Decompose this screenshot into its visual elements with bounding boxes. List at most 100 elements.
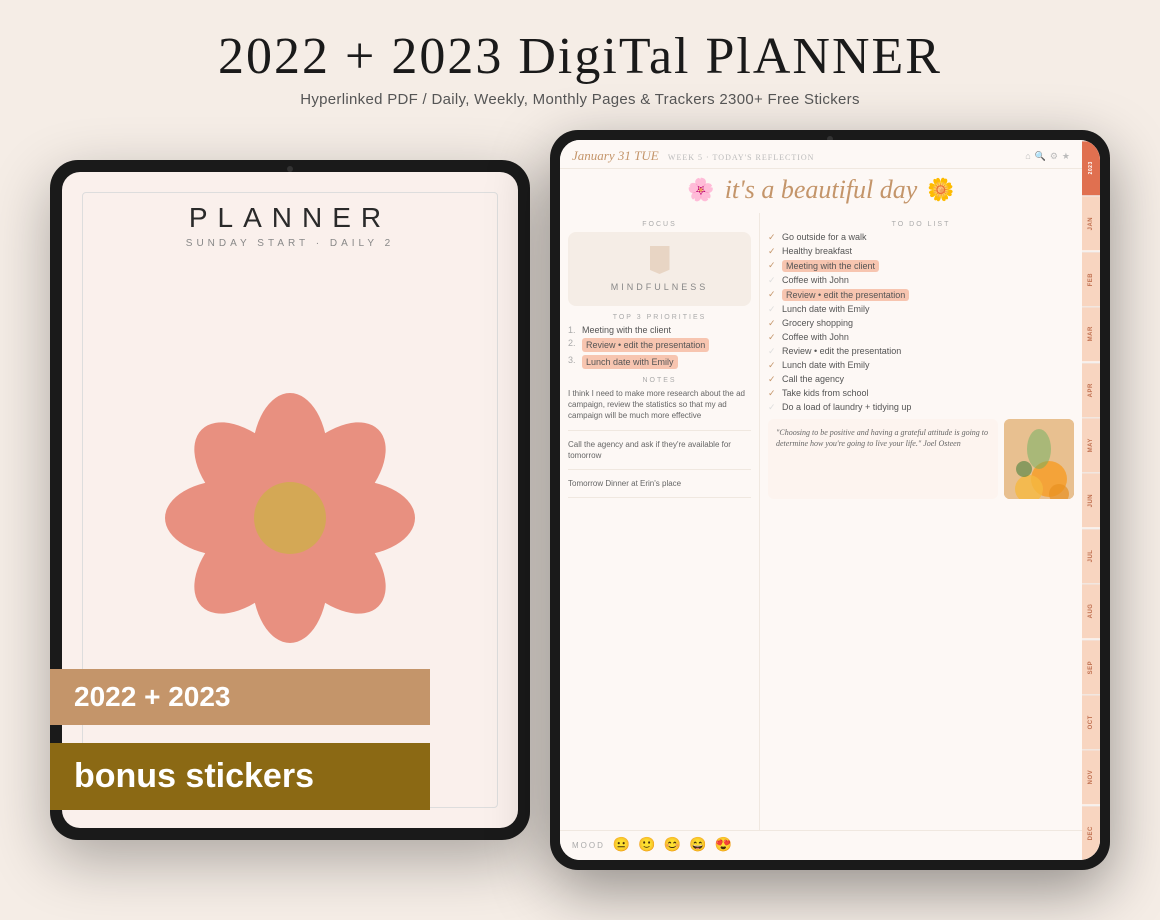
day-title: it's a beautiful day [725,175,918,205]
main-subtitle: Hyperlinked PDF / Daily, Weekly, Monthly… [0,91,1160,108]
priorities-label: TOP 3 PRIORITIES [568,314,751,321]
month-tab-sep[interactable]: SEP [1082,639,1100,694]
tablets-area: PLANNER SUNDAY START · DAILY 2 [50,130,1110,920]
todo-item-7: ✓ Grocery shopping [768,318,1074,329]
todo-text-4: Coffee with John [782,275,849,285]
todo-item-4: ✓ Coffee with John [768,275,1074,286]
mood-icon-4[interactable]: 😄 [689,837,706,854]
priority-item-1: 1. Meeting with the client [568,325,751,335]
month-tab-jul[interactable]: JUL [1082,528,1100,583]
todo-item-12: ✓ Take kids from school [768,388,1074,399]
planner-right-column: TO DO LIST ✓Go outside for a walk ✓Healt… [760,213,1082,830]
check-11: ✓ [768,374,778,385]
check-6: ✓ [768,304,778,315]
todo-label: TO DO LIST [768,221,1074,228]
todo-item-13: ✓ Do a load of laundry + tidying up [768,402,1074,413]
quote-area: "Choosing to be positive and having a gr… [768,419,1074,499]
month-tabs: 2023 JAN FEB MAR APR MAY JUN JUL AUG SEP… [1082,140,1100,860]
priority-num-2: 2. [568,338,578,348]
right-tablet: January 31 TUE WEEK 5 · TODAY'S REFLECTI… [550,130,1110,870]
check-13: ✓ [768,402,778,413]
main-title: 2022 + 2023 DigiTal PlANNER [0,28,1160,85]
todo-item-3: ✓Meeting with the client [768,260,1074,272]
month-tab-jan[interactable]: JAN [1082,195,1100,250]
focus-label: FOCUS [568,221,751,228]
mood-icon-2[interactable]: 🙂 [638,837,655,854]
check-8: ✓ [768,332,778,343]
mood-icon-3[interactable]: 😊 [664,837,681,854]
planner-sub: SUNDAY START · DAILY 2 [186,238,394,249]
todo-text-9: Review • edit the presentation [782,346,901,356]
mood-icons: 😐 🙂 😊 😄 😍 [613,837,732,854]
search-icon: 🔍 [1035,151,1046,162]
check-7: ✓ [768,318,778,329]
todo-text-12: Take kids from school [782,388,869,398]
month-tab-year[interactable]: 2023 [1082,140,1100,195]
notes-label: NOTES [568,377,751,384]
todo-text-3: Meeting with the client [782,260,879,272]
month-tab-feb[interactable]: FEB [1082,251,1100,306]
month-tab-mar[interactable]: MAR [1082,306,1100,361]
month-tab-oct[interactable]: OCT [1082,694,1100,749]
todo-item-6: ✓ Lunch date with Emily [768,304,1074,315]
date-text: January 31 TUE [572,148,659,163]
todo-item-8: ✓Coffee with John [768,332,1074,343]
planner-word: PLANNER [186,202,394,234]
priorities-section: 1. Meeting with the client 2. Review • e… [568,325,751,369]
priority-text-2: Review • edit the presentation [582,338,709,352]
mood-icon-5[interactable]: 😍 [715,837,732,854]
month-tab-dec[interactable]: DEC [1082,805,1100,860]
flower-icon-left: 🌸 [687,177,714,203]
todo-text-11: Call the agency [782,374,844,384]
mood-icon-1[interactable]: 😐 [613,837,630,854]
right-tablet-screen: January 31 TUE WEEK 5 · TODAY'S REFLECTI… [560,140,1100,860]
mood-label: MOOD [572,841,605,850]
home-icon: ⌂ [1025,151,1030,162]
planner-date: January 31 TUE WEEK 5 · TODAY'S REFLECTI… [572,148,814,164]
priority-item-3: 3. Lunch date with Emily [568,355,751,369]
beautiful-day-header: 🌸 it's a beautiful day 🌼 [560,169,1082,213]
page-header: 2022 + 2023 DigiTal PlANNER Hyperlinked … [0,0,1160,108]
month-tab-apr[interactable]: APR [1082,362,1100,417]
month-tab-nov[interactable]: NOV [1082,749,1100,804]
notes-section: I think I need to make more research abo… [568,388,751,498]
todo-item-1: ✓Go outside for a walk [768,232,1074,243]
todo-item-2: ✓Healthy breakfast [768,246,1074,257]
priority-text-3: Lunch date with Emily [582,355,678,369]
settings-icon: ⚙ [1050,151,1058,162]
todo-text-1: Go outside for a walk [782,232,867,242]
month-tab-jun[interactable]: JUN [1082,472,1100,527]
focus-box: MINDFULNESS [568,232,751,306]
check-12: ✓ [768,388,778,399]
left-tablet-screen: PLANNER SUNDAY START · DAILY 2 [62,172,518,828]
todo-text-10: Lunch date with Emily [782,360,870,370]
todo-text-6: Lunch date with Emily [782,304,870,314]
month-tab-aug[interactable]: AUG [1082,583,1100,638]
planner-content: January 31 TUE WEEK 5 · TODAY'S REFLECTI… [560,140,1082,860]
left-tablet: PLANNER SUNDAY START · DAILY 2 [50,160,530,840]
note-item-3: Tomorrow Dinner at Erin's place [568,478,751,498]
month-tab-may[interactable]: MAY [1082,417,1100,472]
check-9: ✓ [768,346,778,357]
stickers-banner-text: bonus stickers [74,757,314,795]
todo-item-9: ✓ Review • edit the presentation [768,346,1074,357]
stickers-banner: bonus stickers [50,743,430,810]
focus-bookmark [650,246,670,274]
flower-icon-right: 🌼 [927,177,954,203]
check-10: ✓ [768,360,778,371]
todo-text-7: Grocery shopping [782,318,853,328]
check-4: ✓ [768,275,778,286]
priority-num-1: 1. [568,325,578,335]
flower-decoration [160,388,420,648]
planner-left-column: FOCUS MINDFULNESS TOP 3 PRIORITIES 1. Me… [560,213,760,830]
quote-box: "Choosing to be positive and having a gr… [768,419,998,499]
quote-image [1004,419,1074,499]
todo-section: ✓Go outside for a walk ✓Healthy breakfas… [768,232,1074,413]
check-2: ✓ [768,246,778,257]
planner-header-bar: January 31 TUE WEEK 5 · TODAY'S REFLECTI… [560,140,1082,169]
note-item-2: Call the agency and ask if they're avail… [568,439,751,470]
priority-text-1: Meeting with the client [582,325,671,335]
week-label: WEEK 5 · TODAY'S REFLECTION [668,153,815,162]
year-banner-text: 2022 + 2023 [74,681,231,712]
todo-text-13: Do a load of laundry + tidying up [782,402,911,412]
